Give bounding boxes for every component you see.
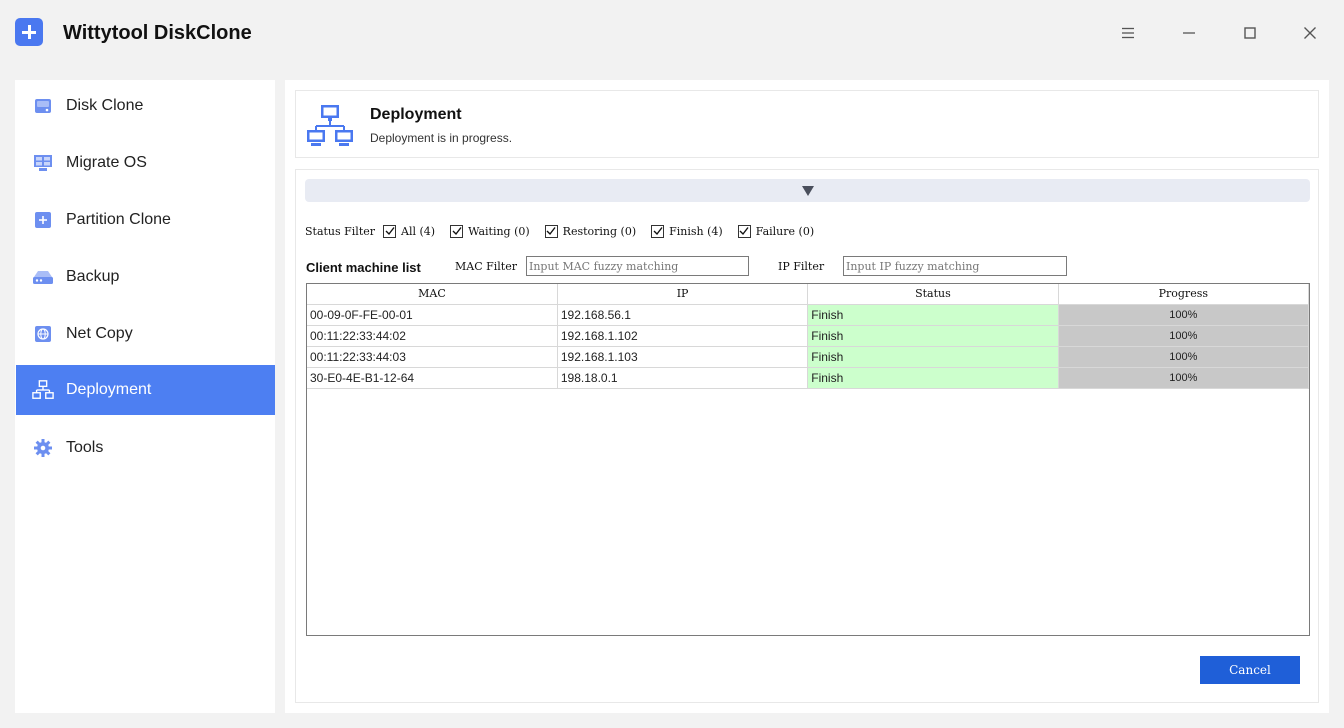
header-card: Deployment Deployment is in progress.	[295, 90, 1319, 158]
network-icon	[32, 379, 54, 401]
progress-cell: 100%	[1058, 304, 1310, 326]
sidebar-item-migrate-os[interactable]: Migrate OS	[16, 138, 275, 188]
filter-all[interactable]: All (4)	[383, 224, 436, 238]
checkbox[interactable]	[737, 224, 751, 238]
table-row[interactable]: 30-E0-4E-B1-12-64 198.18.0.1 Finish 100%	[307, 367, 1310, 389]
gear-icon	[32, 437, 54, 459]
mac-cell: 30-E0-4E-B1-12-64	[307, 367, 558, 389]
status-cell: Finish	[807, 346, 1059, 368]
filter-label: Finish (4)	[669, 224, 723, 238]
filter-restoring[interactable]: Restoring (0)	[544, 224, 637, 238]
column-header-progress[interactable]: Progress	[1058, 284, 1310, 305]
filter-label: Failure (0)	[755, 224, 815, 238]
checkbox[interactable]	[450, 224, 464, 238]
ip-cell: 192.168.56.1	[557, 304, 809, 326]
check-icon	[546, 227, 556, 236]
ip-cell: 192.168.1.102	[557, 325, 809, 347]
app-logo-icon	[15, 18, 43, 46]
filter-finish[interactable]: Finish (4)	[651, 224, 723, 238]
check-icon	[739, 227, 749, 236]
checkbox[interactable]	[544, 224, 558, 238]
close-icon	[1304, 27, 1316, 39]
mac-cell: 00-09-0F-FE-00-01	[307, 304, 558, 326]
sidebar-item-disk-clone[interactable]: Disk Clone	[16, 81, 275, 131]
maximize-button[interactable]	[1236, 20, 1264, 46]
sidebar-item-label: Backup	[66, 268, 120, 285]
cancel-button-label: Cancel	[1229, 663, 1271, 677]
mac-filter-label: MAC Filter	[455, 260, 517, 273]
client-list-label: Client machine list	[306, 260, 421, 275]
status-cell: Finish	[807, 367, 1059, 389]
progress-cell: 100%	[1058, 346, 1310, 368]
check-icon	[452, 227, 462, 236]
column-header-status[interactable]: Status	[807, 284, 1059, 305]
cancel-button[interactable]: Cancel	[1200, 656, 1300, 684]
client-table[interactable]: MAC IP Status Progress 00-09-0F-FE-00-01…	[306, 283, 1310, 636]
close-button[interactable]	[1296, 20, 1324, 46]
menu-button[interactable]	[1114, 20, 1142, 46]
ip-filter-input[interactable]	[843, 256, 1067, 276]
collapse-toggle[interactable]	[305, 179, 1310, 202]
page-title: Deployment	[370, 106, 462, 123]
globe-icon	[32, 323, 54, 345]
sidebar-item-label: Net Copy	[66, 325, 133, 342]
progress-cell: 100%	[1058, 325, 1310, 347]
page-subtitle: Deployment is in progress.	[370, 131, 513, 145]
status-filter-label: Status Filter	[305, 224, 376, 238]
mac-filter-input[interactable]	[526, 256, 749, 276]
network-icon	[307, 105, 353, 146]
partition-icon	[32, 209, 54, 231]
filter-waiting[interactable]: Waiting (0)	[450, 224, 530, 238]
sidebar-item-tools[interactable]: Tools	[16, 423, 275, 473]
minimize-icon	[1183, 32, 1195, 34]
status-cell: Finish	[807, 325, 1059, 347]
status-cell: Finish	[807, 304, 1059, 326]
filter-label: All (4)	[401, 224, 436, 238]
ip-filter-label: IP Filter	[778, 260, 825, 273]
filter-failure[interactable]: Failure (0)	[737, 224, 815, 238]
check-icon	[385, 227, 395, 236]
main-panel: Deployment Deployment is in progress. St…	[285, 80, 1329, 713]
maximize-icon	[1244, 27, 1256, 39]
sidebar-item-partition-clone[interactable]: Partition Clone	[16, 195, 275, 245]
disk-icon	[32, 95, 54, 117]
column-header-mac[interactable]: MAC	[307, 284, 558, 305]
filter-label: Waiting (0)	[468, 224, 530, 238]
sidebar-item-label: Migrate OS	[66, 154, 147, 171]
sidebar-item-net-copy[interactable]: Net Copy	[16, 309, 275, 359]
ip-cell: 192.168.1.103	[557, 346, 809, 368]
status-filter: Status Filter All (4) Waiting (0) Restor…	[305, 223, 829, 239]
table-row[interactable]: 00-09-0F-FE-00-01 192.168.56.1 Finish 10…	[307, 304, 1310, 326]
minimize-button[interactable]	[1175, 20, 1203, 46]
progress-cell: 100%	[1058, 367, 1310, 389]
sidebar: Disk Clone Migrate OS Partition Clone Ba…	[15, 80, 275, 713]
filter-label: Restoring (0)	[562, 224, 637, 238]
checkbox[interactable]	[651, 224, 665, 238]
ip-cell: 198.18.0.1	[557, 367, 809, 389]
check-icon	[653, 227, 663, 236]
column-header-ip[interactable]: IP	[557, 284, 809, 305]
sidebar-item-backup[interactable]: Backup	[16, 252, 275, 302]
title-bar: Wittytool DiskClone	[0, 0, 1344, 68]
mac-cell: 00:11:22:33:44:02	[307, 325, 558, 347]
table-row[interactable]: 00:11:22:33:44:02 192.168.1.102 Finish 1…	[307, 325, 1310, 347]
sidebar-item-label: Deployment	[66, 381, 152, 398]
checkbox[interactable]	[383, 224, 397, 238]
sidebar-item-deployment[interactable]: Deployment	[16, 365, 275, 415]
menu-icon	[1122, 27, 1134, 39]
content-card: Status Filter All (4) Waiting (0) Restor…	[295, 169, 1319, 703]
sidebar-item-label: Disk Clone	[66, 97, 144, 114]
migrate-icon	[32, 152, 54, 174]
sidebar-item-label: Partition Clone	[66, 211, 171, 228]
table-header-row: MAC IP Status Progress	[307, 284, 1310, 305]
table-row[interactable]: 00:11:22:33:44:03 192.168.1.103 Finish 1…	[307, 346, 1310, 368]
backup-icon	[32, 266, 54, 288]
mac-cell: 00:11:22:33:44:03	[307, 346, 558, 368]
sidebar-item-label: Tools	[66, 439, 104, 456]
app-title: Wittytool DiskClone	[63, 22, 252, 44]
triangle-down-icon	[801, 185, 814, 196]
